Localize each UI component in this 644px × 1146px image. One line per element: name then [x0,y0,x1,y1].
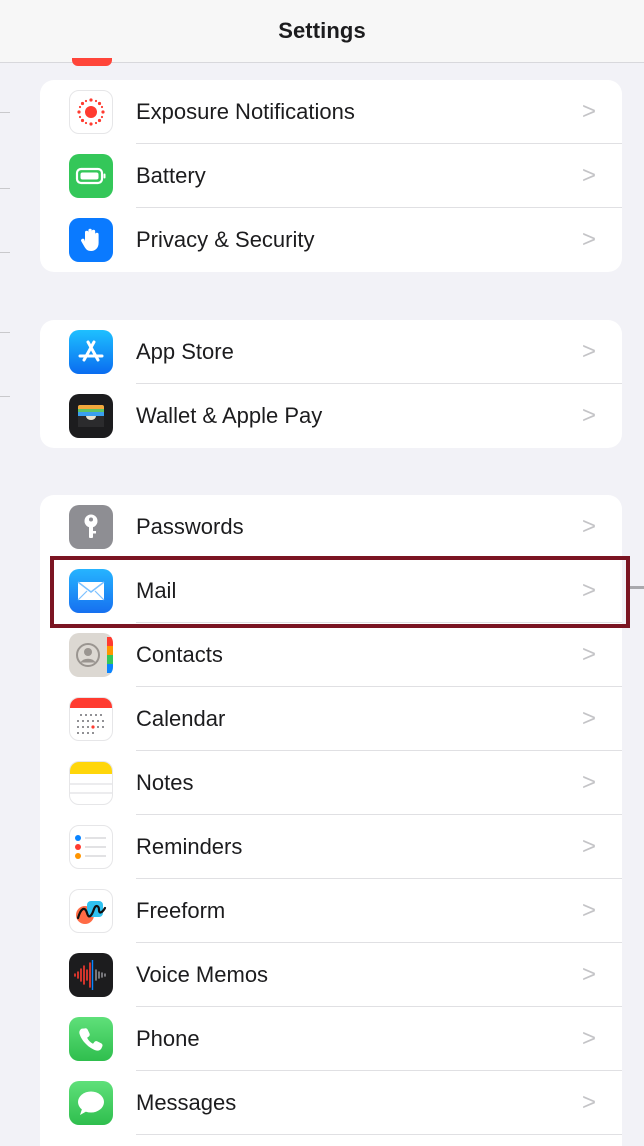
wallet-icon [69,394,113,438]
key-icon [69,505,113,549]
row-label: Passwords [136,514,244,539]
row-calendar[interactable]: Calendar > [40,687,622,751]
row-label: Phone [136,1026,200,1051]
chevron-right-icon: > [581,961,596,988]
row-notes[interactable]: Notes > [40,751,622,815]
row-messages[interactable]: Messages > [40,1071,622,1135]
exposure-icon [69,90,113,134]
settings-group-store: App Store > Wallet & Apple Pay > [40,320,622,448]
contacts-icon [69,633,113,677]
edge-tick [0,252,10,253]
edge-tick [0,112,10,113]
calendar-icon [69,697,113,741]
row-label: Exposure Notifications [136,99,355,124]
settings-group-apps: Passwords > Mail > Contacts > Calendar >… [40,495,622,1146]
freeform-icon [69,889,113,933]
row-label: Calendar [136,706,226,731]
chevron-right-icon: > [581,162,596,189]
chevron-right-icon: > [581,226,596,253]
row-freeform[interactable]: Freeform > [40,879,622,943]
row-label: Notes [136,770,194,795]
messages-icon [69,1081,113,1125]
hand-icon [69,218,113,262]
row-label: Messages [136,1090,237,1115]
row-privacy-security[interactable]: Privacy & Security > [40,208,622,272]
row-label: Wallet & Apple Pay [136,403,323,428]
page-title: Settings [278,18,366,43]
row-separator [136,1134,622,1135]
row-voice-memos[interactable]: Voice Memos > [40,943,622,1007]
chevron-right-icon: > [581,513,596,540]
chevron-right-icon: > [581,705,596,732]
row-label: Reminders [136,834,243,859]
edge-tick [0,396,10,397]
reminders-icon [69,825,113,869]
chevron-right-icon: > [581,98,596,125]
notes-icon [69,761,113,805]
row-battery[interactable]: Battery > [40,144,622,208]
edge-tick [0,332,10,333]
battery-icon [69,154,113,198]
phone-icon [69,1017,113,1061]
row-label: Privacy & Security [136,227,315,252]
chevron-right-icon: > [581,769,596,796]
chevron-right-icon: > [581,897,596,924]
chevron-right-icon: > [581,1089,596,1116]
chevron-right-icon: > [581,338,596,365]
nav-bar: Settings [0,0,644,63]
row-label: Freeform [136,898,226,923]
mail-icon [69,569,113,613]
row-reminders[interactable]: Reminders > [40,815,622,879]
row-wallet-apple-pay[interactable]: Wallet & Apple Pay > [40,384,622,448]
app-store-icon [69,330,113,374]
chevron-right-icon: > [581,1025,596,1052]
partial-row-icon [72,58,112,66]
scroll-indicator [628,586,644,589]
row-label: Mail [136,578,177,603]
edge-tick [0,188,10,189]
chevron-right-icon: > [581,833,596,860]
row-mail[interactable]: Mail > [40,559,622,623]
voice-memos-icon [69,953,113,997]
row-phone[interactable]: Phone > [40,1007,622,1071]
settings-group-system: Exposure Notifications > Battery > Priva… [40,80,622,272]
row-label: Battery [136,163,206,188]
row-passwords[interactable]: Passwords > [40,495,622,559]
chevron-right-icon: > [581,577,596,604]
row-label: App Store [136,339,234,364]
row-exposure-notifications[interactable]: Exposure Notifications > [40,80,622,144]
row-label: Contacts [136,642,223,667]
row-contacts[interactable]: Contacts > [40,623,622,687]
row-app-store[interactable]: App Store > [40,320,622,384]
row-label: Voice Memos [136,962,269,987]
chevron-right-icon: > [581,641,596,668]
chevron-right-icon: > [581,402,596,429]
